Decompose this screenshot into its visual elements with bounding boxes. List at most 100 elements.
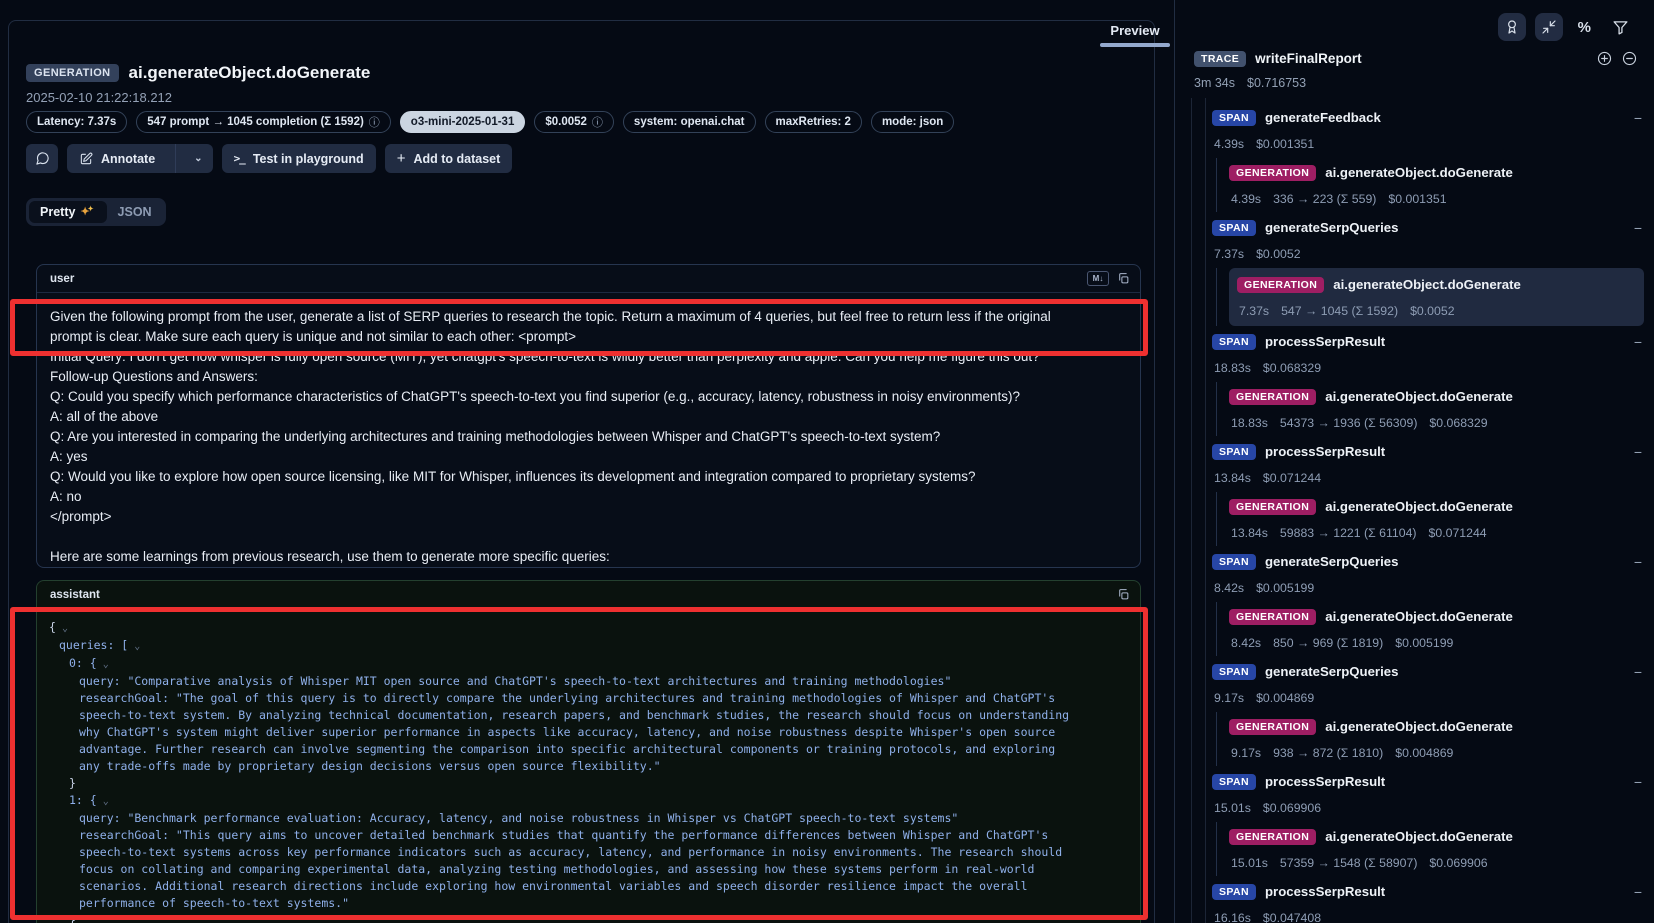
span-type-badge: SPAN [1212,110,1256,126]
tree-generation-box[interactable]: GENERATIONai.generateObject.doGenerate9.… [1229,712,1654,766]
span-name: generateSerpQueries [1265,554,1398,569]
info-icon: ⓘ [592,114,603,130]
annotate-dropdown-button[interactable]: ⌄ [184,153,212,164]
span-cost: $0.001351 [1256,137,1314,151]
badge-label: system: openai.chat [634,116,745,128]
tree-generation-item[interactable]: GENERATIONai.generateObject.doGenerate13… [1216,492,1654,546]
expand-all-button[interactable] [1596,50,1613,67]
tree-span-item[interactable]: SPANgenerateFeedback−4.39s$0.001351 [1212,104,1654,156]
metadata-badge[interactable]: Latency: 7.37s [26,111,127,133]
span-row[interactable]: SPANgenerateSerpQueries− [1212,658,1654,685]
page-title: ai.generateObject.doGenerate [129,63,371,83]
generation-row[interactable]: GENERATIONai.generateObject.doGenerate [1229,713,1654,740]
tree-span-item[interactable]: SPANgenerateSerpQueries−7.37s$0.0052 [1212,214,1654,266]
generation-row[interactable]: GENERATIONai.generateObject.doGenerate [1229,823,1654,850]
minus-circle-icon [1621,50,1638,67]
annotate-scores-button[interactable] [1498,13,1526,41]
generation-name: ai.generateObject.doGenerate [1325,389,1513,404]
metadata-badge[interactable]: maxRetries: 2 [765,111,862,133]
tree-generation-item[interactable]: GENERATIONai.generateObject.doGenerate9.… [1216,712,1654,766]
span-row[interactable]: SPANprocessSerpResult− [1212,438,1654,465]
generation-row[interactable]: GENERATIONai.generateObject.doGenerate [1229,383,1654,410]
generation-name: ai.generateObject.doGenerate [1325,719,1513,734]
metrics-toggle-button[interactable]: % [1578,19,1591,36]
tree-generation-box[interactable]: GENERATIONai.generateObject.doGenerate 4.… [1229,158,1654,212]
tree-span-item[interactable]: SPANprocessSerpResult−18.83s$0.068329 [1212,328,1654,380]
tree-generation-box[interactable]: GENERATIONai.generateObject.doGenerate18… [1229,382,1654,436]
tree-span-item[interactable]: SPANprocessSerpResult−13.84s$0.071244 [1212,438,1654,490]
span-duration: 8.42s [1214,581,1244,595]
generation-row[interactable]: GENERATIONai.generateObject.doGenerate [1237,271,1636,298]
generation-row[interactable]: GENERATIONai.generateObject.doGenerate [1229,493,1654,520]
tab-pretty[interactable]: Pretty ✦✦ [29,201,107,223]
metadata-badge[interactable]: 547 prompt → 1045 completion (Σ 1592)ⓘ [136,111,391,133]
badge-label: $0.0052 [545,116,587,128]
tab-preview[interactable]: Preview [1098,21,1172,45]
span-row[interactable]: SPANgenerateSerpQueries− [1212,214,1654,241]
markdown-toggle-button[interactable]: M↓ [1087,271,1109,286]
tree-span-item[interactable]: SPANprocessSerpResult−16.16s$0.047408 [1212,878,1654,923]
metadata-badge[interactable]: $0.0052 ⓘ [534,111,614,133]
span-row[interactable]: SPAN generateSerpQueries − [1212,548,1654,575]
assistant-message-header: assistant [37,581,1140,609]
generation-metrics: 18.83s54373 → 1936 (Σ 56309)$0.068329 [1229,410,1654,435]
collapse-caret-icon[interactable]: ⌄ [97,659,109,670]
collapse-minus-icon[interactable]: − [1634,664,1642,680]
generation-row[interactable]: GENERATIONai.generateObject.doGenerate [1229,603,1654,630]
comment-button[interactable] [26,144,58,173]
tree-generation-box[interactable]: GENERATIONai.generateObject.doGenerate13… [1229,492,1654,546]
metadata-badge[interactable]: mode: json [871,111,954,133]
copy-button[interactable] [1117,588,1130,601]
tab-json[interactable]: JSON [107,201,163,223]
observation-header: GENERATION ai.generateObject.doGenerate [26,63,1139,83]
collapse-view-button[interactable] [1535,13,1563,41]
span-row[interactable]: SPAN generateFeedback − [1212,104,1654,131]
collapse-minus-icon[interactable]: − [1634,220,1642,236]
span-name: processSerpResult [1265,444,1385,459]
metadata-badge[interactable]: system: openai.chat [623,111,756,133]
test-in-playground-button[interactable]: >_ Test in playground [222,144,376,173]
tree-generation-item[interactable]: GENERATIONai.generateObject.doGenerate18… [1216,382,1654,436]
span-type-badge: SPAN [1212,554,1256,570]
generation-row[interactable]: GENERATIONai.generateObject.doGenerate [1229,159,1654,186]
generation-cost: $0.071244 [1429,526,1487,540]
tree-span-item[interactable]: SPANgenerateSerpQueries−9.17s$0.004869 [1212,658,1654,710]
collapse-minus-icon[interactable]: − [1634,884,1642,900]
add-to-dataset-button[interactable]: + Add to dataset [385,144,513,173]
tree-generation-box[interactable]: GENERATIONai.generateObject.doGenerate15… [1229,822,1654,876]
collapse-all-button[interactable] [1621,50,1638,67]
tree-generation-item[interactable]: GENERATIONai.generateObject.doGenerate7.… [1216,268,1654,326]
tree-span-item[interactable]: SPANprocessSerpResult−15.01s$0.069906 [1212,768,1654,820]
collapse-minus-icon[interactable]: − [1634,554,1642,570]
metadata-badge[interactable]: o3-mini-2025-01-31 [400,111,526,133]
span-row[interactable]: SPANprocessSerpResult− [1212,328,1654,355]
collapse-caret-icon[interactable]: ⌄ [97,796,109,807]
generation-duration: 4.39s [1231,192,1261,206]
tree-generation-item[interactable]: GENERATIONai.generateObject.doGenerate8.… [1216,602,1654,656]
generation-tokens: 336 → 223 (Σ 559) [1273,192,1376,206]
tree-generation-item[interactable]: GENERATIONai.generateObject.doGenerate15… [1216,822,1654,876]
span-name: processSerpResult [1265,884,1385,899]
span-row[interactable]: SPANprocessSerpResult− [1212,878,1654,905]
collapse-minus-icon[interactable]: − [1634,774,1642,790]
trace-root-row[interactable]: TRACE writeFinalReport [1194,50,1638,67]
span-name: generateSerpQueries [1265,220,1398,235]
span-name: generateFeedback [1265,110,1381,125]
collapse-minus-icon[interactable]: − [1634,110,1642,126]
tree-generation-item[interactable]: GENERATIONai.generateObject.doGenerate 4.… [1216,158,1654,212]
tree-generation-selected[interactable]: GENERATIONai.generateObject.doGenerate7.… [1229,268,1644,326]
filter-button[interactable] [1606,13,1634,41]
collapse-caret-icon[interactable]: ⌄ [128,641,140,652]
collapse-minus-icon[interactable]: − [1634,334,1642,350]
generation-name: ai.generateObject.doGenerate [1325,829,1513,844]
span-name: processSerpResult [1265,334,1385,349]
span-row[interactable]: SPANprocessSerpResult− [1212,768,1654,795]
span-name: generateSerpQueries [1265,664,1398,679]
collapse-minus-icon[interactable]: − [1634,444,1642,460]
generation-name: ai.generateObject.doGenerate [1325,499,1513,514]
annotate-button[interactable]: Annotate [67,144,167,173]
copy-button[interactable] [1117,272,1130,285]
tree-span-item[interactable]: SPANgenerateSerpQueries−8.42s$0.005199 [1212,548,1654,600]
collapse-caret-icon[interactable]: ⌄ [56,623,68,634]
tree-generation-box[interactable]: GENERATIONai.generateObject.doGenerate8.… [1229,602,1654,656]
